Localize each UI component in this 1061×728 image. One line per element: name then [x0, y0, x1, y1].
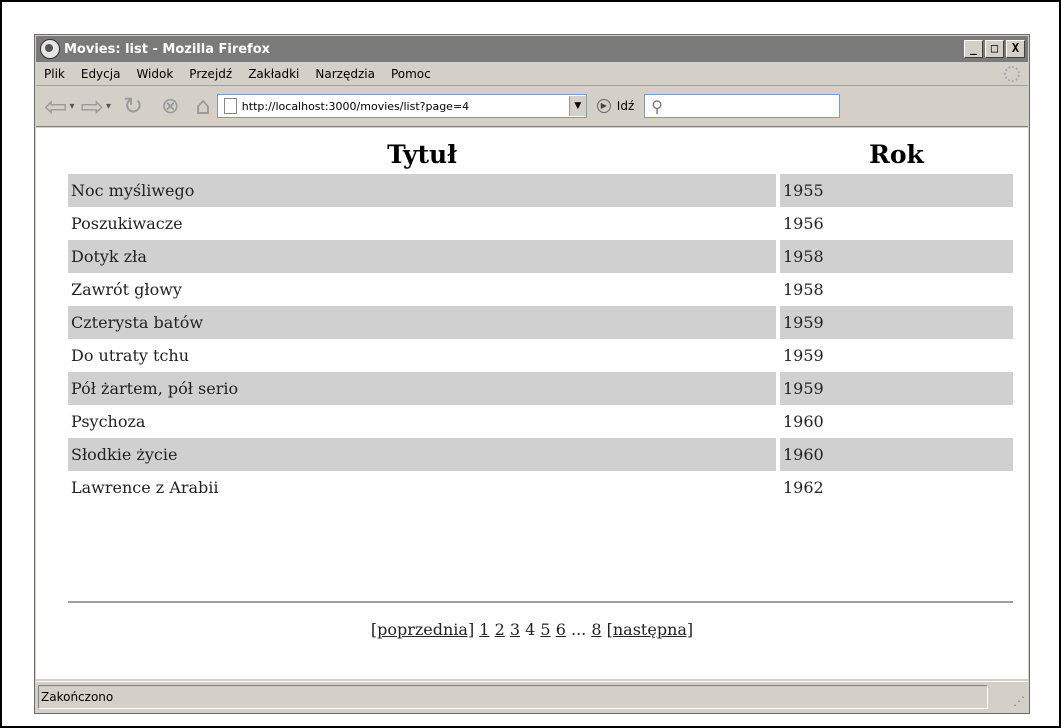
status-bar: Zakończono ⋰	[36, 681, 1028, 711]
close-button[interactable]: X	[1006, 40, 1025, 58]
table-row: Lawrence z Arabii 1962	[68, 471, 1013, 504]
cell-year: 1960	[783, 412, 824, 431]
cell-year: 1962	[783, 478, 824, 497]
search-box[interactable]: ⚲	[644, 94, 841, 118]
cell-title: Noc myśliwego	[68, 174, 776, 207]
page-icon	[223, 98, 237, 114]
menu-narzedzia[interactable]: Narzędzia	[315, 67, 375, 81]
forward-dropdown-icon[interactable]: ▾	[106, 101, 111, 112]
table-row: Słodkie życie 1960	[68, 438, 1013, 471]
home-icon[interactable]: ⌂	[196, 89, 211, 123]
address-bar[interactable]: http://localhost:3000/movies/list?page=4…	[216, 94, 587, 118]
table-row: Pół żartem, pół serio 1959	[68, 372, 1013, 405]
back-dropdown-icon[interactable]: ▾	[69, 101, 74, 112]
reload-icon[interactable]: ↻	[123, 89, 143, 123]
search-icon[interactable]: ⚲	[651, 97, 663, 116]
window-title: Movies: list - Mozilla Firefox	[64, 41, 271, 57]
browser-window: Movies: list - Mozilla Firefox _ □ X Pli…	[34, 34, 1030, 714]
pagination: [poprzednia] 1 2 3 4 5 6 ... 8 [następna…	[36, 620, 1028, 639]
cell-title: Poszukiwacze	[71, 214, 183, 233]
cell-title: Dotyk zła	[68, 240, 776, 273]
table-row: Czterysta batów 1959	[68, 306, 1013, 339]
firefox-icon	[40, 39, 60, 59]
cell-title: Słodkie życie	[68, 438, 776, 471]
forward-arrow-icon[interactable]: ⇨	[81, 89, 104, 123]
cell-year: 1960	[780, 438, 1013, 471]
cell-year: 1956	[783, 214, 824, 233]
table-row: Noc myśliwego 1955	[68, 174, 1013, 207]
maximize-button[interactable]: □	[985, 40, 1004, 58]
go-button[interactable]: Idź	[617, 99, 634, 113]
menu-edycja[interactable]: Edycja	[81, 67, 121, 81]
menu-zakladki[interactable]: Zakładki	[248, 67, 299, 81]
table-row: Psychoza 1960	[68, 405, 1013, 438]
cell-title: Zawrót głowy	[71, 280, 182, 299]
cell-year: 1959	[780, 306, 1013, 339]
menu-widok[interactable]: Widok	[136, 67, 173, 81]
cell-year: 1955	[780, 174, 1013, 207]
go-icon[interactable]: ▶	[596, 99, 611, 113]
menu-plik[interactable]: Plik	[44, 67, 65, 81]
column-header-year: Rok	[869, 140, 924, 169]
table-row: Zawrót głowy 1958	[68, 273, 1013, 306]
page-link-6[interactable]: 6	[556, 620, 566, 639]
menu-bar: Plik Edycja Widok Przejdź Zakładki Narzę…	[36, 63, 1028, 86]
column-header-title: Tytuł	[387, 140, 457, 169]
cell-title: Lawrence z Arabii	[71, 478, 219, 497]
title-bar: Movies: list - Mozilla Firefox _ □ X	[36, 36, 1028, 62]
menu-pomoc[interactable]: Pomoc	[391, 67, 431, 81]
cell-year: 1958	[783, 280, 824, 299]
cell-title: Do utraty tchu	[71, 346, 190, 365]
status-text: Zakończono	[38, 684, 988, 709]
table-row: Dotyk zła 1958	[68, 240, 1013, 273]
horizontal-rule	[68, 601, 1013, 603]
next-page-link[interactable]: [następna]	[607, 620, 694, 639]
url-field[interactable]: http://localhost:3000/movies/list?page=4	[242, 100, 569, 113]
prev-page-link[interactable]: [poprzednia]	[371, 620, 474, 639]
screenshot-frame: Movies: list - Mozilla Firefox _ □ X Pli…	[0, 0, 1061, 728]
window-controls: _ □ X	[962, 40, 1025, 58]
throbber-icon	[1004, 66, 1020, 82]
navigation-toolbar: ⇦ ▾ ⇨ ▾ ↻ ⊗ ⌂ http://localhost:3000/movi…	[36, 86, 1028, 127]
cell-year: 1959	[780, 372, 1013, 405]
table-row: Poszukiwacze 1956	[68, 207, 1013, 240]
cell-year: 1959	[783, 346, 824, 365]
page-link-8[interactable]: 8	[591, 620, 601, 639]
cell-title: Czterysta batów	[68, 306, 776, 339]
back-arrow-icon[interactable]: ⇦	[44, 89, 67, 123]
pagination-ellipsis: ...	[570, 620, 587, 639]
page-link-3[interactable]: 3	[510, 620, 520, 639]
menu-przejdz[interactable]: Przejdź	[189, 67, 232, 81]
minimize-button[interactable]: _	[964, 40, 983, 58]
cell-title: Psychoza	[71, 412, 146, 431]
page-link-1[interactable]: 1	[479, 620, 489, 639]
movies-table: Tytuł Rok Noc myśliwego 1955 Poszukiwacz…	[68, 138, 1013, 504]
cell-title: Pół żartem, pół serio	[68, 372, 776, 405]
url-dropdown-icon[interactable]: ▼	[568, 96, 586, 116]
page-link-5[interactable]: 5	[540, 620, 550, 639]
table-row: Do utraty tchu 1959	[68, 339, 1013, 372]
page-link-2[interactable]: 2	[495, 620, 505, 639]
current-page: 4	[525, 620, 536, 639]
cell-year: 1958	[780, 240, 1013, 273]
resize-grip-icon[interactable]: ⋰	[1013, 694, 1025, 708]
page-content: Tytuł Rok Noc myśliwego 1955 Poszukiwacz…	[36, 128, 1028, 679]
stop-icon[interactable]: ⊗	[161, 89, 179, 123]
